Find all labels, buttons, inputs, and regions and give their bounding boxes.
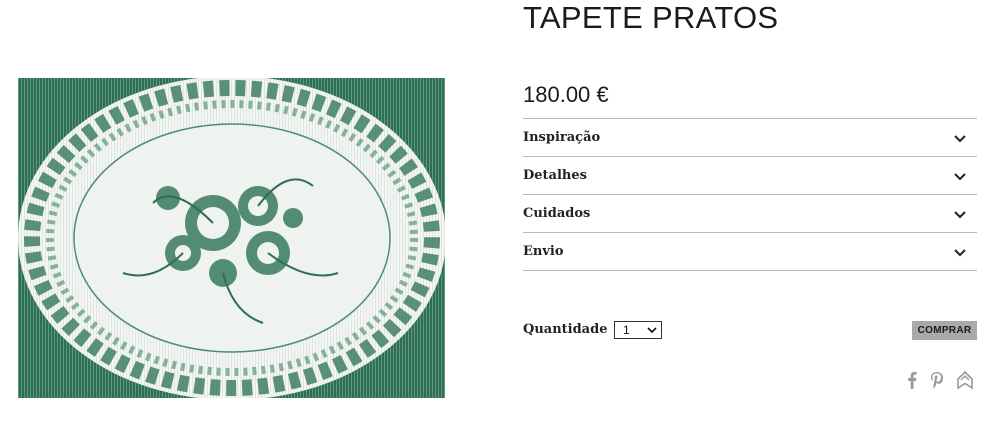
facebook-icon [908, 371, 917, 389]
buy-button[interactable]: COMPRAR [912, 321, 977, 340]
accordion-label: Detalhes [523, 168, 587, 183]
accordion-label: Envio [523, 244, 564, 259]
accordion-label: Cuidados [523, 206, 591, 221]
chevron-down-icon [954, 172, 966, 180]
accordion-label: Inspiração [523, 130, 601, 145]
accordion-detalhes[interactable]: Detalhes [523, 157, 977, 195]
chevron-down-icon [954, 134, 966, 142]
product-image [18, 78, 445, 398]
bookmark-icon [957, 371, 973, 389]
save-share-link[interactable] [955, 370, 975, 390]
chevron-down-icon [647, 327, 657, 334]
quantity-select[interactable]: 1 [614, 321, 662, 339]
product-price: 180.00 € [523, 82, 609, 107]
quantity-label: Quantidade [523, 322, 608, 337]
pinterest-share-link[interactable] [927, 370, 947, 390]
pinterest-icon [931, 372, 943, 389]
accordion-envio[interactable]: Envio [523, 233, 977, 271]
quantity-value: 1 [623, 323, 630, 337]
accordion-inspiracao[interactable]: Inspiração [523, 119, 977, 157]
product-title: TAPETE PRATOS [523, 0, 779, 35]
accordion-cuidados[interactable]: Cuidados [523, 195, 977, 233]
placemat-illustration [18, 78, 445, 398]
product-info-accordion: Inspiração Detalhes Cuidados Envio [523, 118, 977, 271]
chevron-down-icon [954, 248, 966, 256]
chevron-down-icon [954, 210, 966, 218]
facebook-share-link[interactable] [905, 370, 919, 390]
